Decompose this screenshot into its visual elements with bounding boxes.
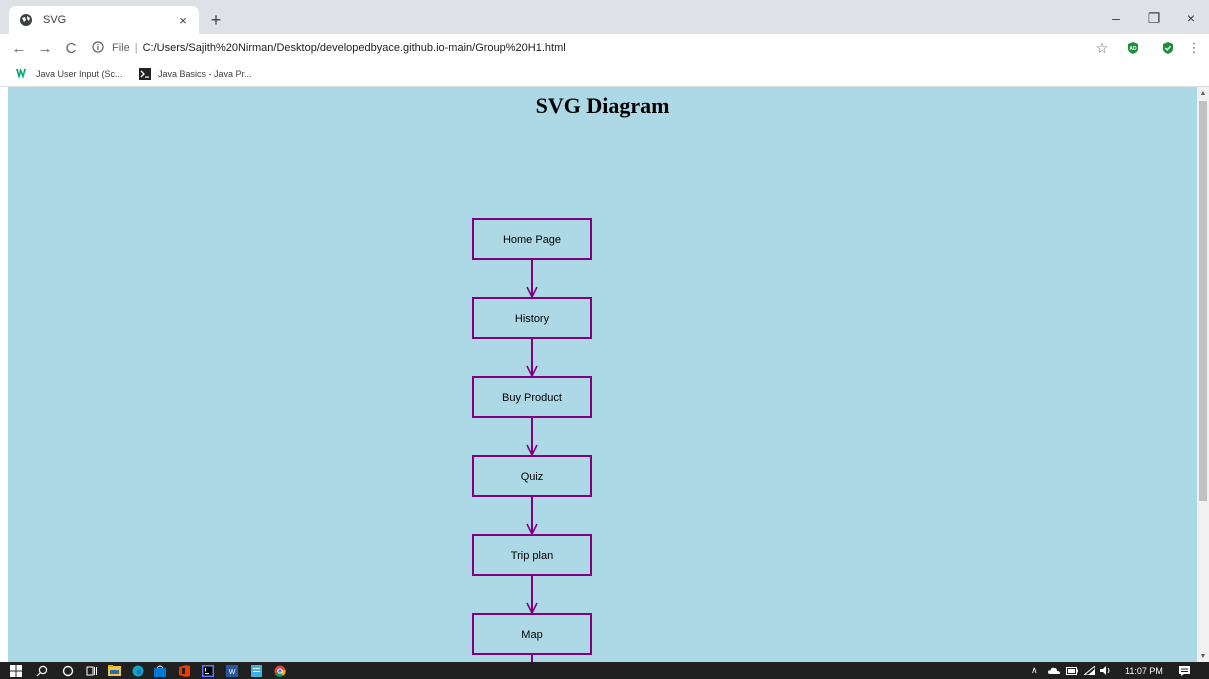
edge-icon[interactable] — [130, 663, 146, 678]
cortana-icon[interactable] — [60, 663, 76, 678]
notepad-icon[interactable] — [248, 663, 264, 678]
info-icon[interactable] — [92, 41, 106, 55]
shield-check-icon[interactable] — [1160, 40, 1176, 56]
tray-expand-icon[interactable]: ∧ — [1031, 664, 1038, 677]
tab-strip: SVG × + – ❐ × — [0, 0, 1209, 34]
address-scheme: File — [112, 42, 130, 54]
flow-node-label: Trip plan — [511, 550, 553, 562]
extension-badge: AD — [1129, 46, 1137, 52]
address-url: C:/Users/Sajith%20Nirman/Desktop/develop… — [142, 42, 566, 54]
bookmark-label: Java Basics - Java Pr... — [158, 69, 252, 79]
browser-tab[interactable]: SVG × — [9, 6, 199, 34]
office-icon[interactable] — [176, 663, 192, 678]
maximize-button[interactable]: ❐ — [1138, 6, 1170, 30]
onedrive-icon[interactable] — [1048, 664, 1060, 677]
back-button[interactable]: ← — [8, 37, 30, 59]
notification-icon[interactable] — [1179, 664, 1190, 677]
flow-diagram: Home Page History Buy Product Quiz Trip plan… — [472, 218, 592, 662]
flow-node: History — [472, 297, 592, 339]
browser-toolbar: ← → C File | C:/Users/Sajith%20Nirman/De… — [0, 34, 1209, 62]
scroll-thumb[interactable] — [1199, 101, 1207, 501]
address-bar[interactable]: File | C:/Users/Sajith%20Nirman/Desktop/… — [92, 38, 1092, 58]
task-view-icon[interactable] — [84, 663, 100, 678]
reload-button[interactable]: C — [60, 37, 82, 59]
new-tab-button[interactable]: + — [205, 9, 227, 31]
battery-icon[interactable] — [1066, 664, 1078, 677]
browser-menu-icon[interactable]: ⋮ — [1186, 40, 1202, 56]
word-icon[interactable]: W — [224, 663, 240, 678]
tab-title: SVG — [43, 14, 67, 26]
page-content: SVG Diagram Home Page History Buy Product Q… — [8, 87, 1197, 662]
bookmarks-bar: Java User Input (Sc... Java Basics - Jav… — [0, 62, 1209, 87]
intellij-icon[interactable] — [200, 663, 216, 678]
wifi-icon[interactable] — [1084, 664, 1095, 677]
store-icon[interactable] — [152, 663, 168, 678]
adblock-extension-icon[interactable]: AD — [1125, 40, 1141, 56]
file-explorer-icon[interactable] — [106, 663, 122, 678]
flow-node-label: Buy Product — [502, 392, 562, 404]
scroll-up-arrow[interactable]: ▲ — [1197, 87, 1209, 99]
tab-close-icon[interactable]: × — [175, 12, 191, 28]
flow-node: Map — [472, 613, 592, 655]
svg-text:W: W — [229, 669, 236, 676]
flow-node: Buy Product — [472, 376, 592, 418]
forward-button[interactable]: → — [34, 37, 56, 59]
flow-node: Trip plan — [472, 534, 592, 576]
windows-taskbar: W ∧ 11:07 PM — [0, 662, 1209, 679]
globe-icon — [19, 13, 33, 27]
flow-node-label: Map — [521, 629, 542, 641]
flow-node-label: Quiz — [521, 471, 544, 483]
bookmark-star-icon[interactable]: ☆ — [1094, 40, 1110, 56]
windows-start-icon[interactable] — [8, 663, 24, 678]
chrome-taskbar-icon[interactable] — [272, 663, 288, 678]
bookmark-java-basics[interactable]: Java Basics - Java Pr... — [138, 66, 252, 82]
search-icon[interactable] — [34, 663, 50, 678]
flow-node: Home Page — [472, 218, 592, 260]
scroll-down-arrow[interactable]: ▼ — [1197, 650, 1209, 662]
vertical-scrollbar[interactable]: ▲ ▼ — [1197, 87, 1209, 662]
address-separator: | — [134, 42, 138, 54]
volume-icon[interactable] — [1100, 664, 1112, 677]
flow-node: Quiz — [472, 455, 592, 497]
bookmark-java-user-input[interactable]: Java User Input (Sc... — [16, 66, 123, 82]
terminal-icon — [138, 68, 152, 80]
clock[interactable]: 11:07 PM — [1125, 664, 1163, 677]
flow-node-label: Home Page — [503, 234, 561, 246]
w3schools-icon — [16, 68, 30, 80]
close-window-button[interactable]: × — [1175, 6, 1207, 30]
flow-node-label: History — [515, 313, 550, 325]
bookmark-label: Java User Input (Sc... — [36, 69, 123, 79]
minimize-button[interactable]: – — [1100, 6, 1132, 30]
